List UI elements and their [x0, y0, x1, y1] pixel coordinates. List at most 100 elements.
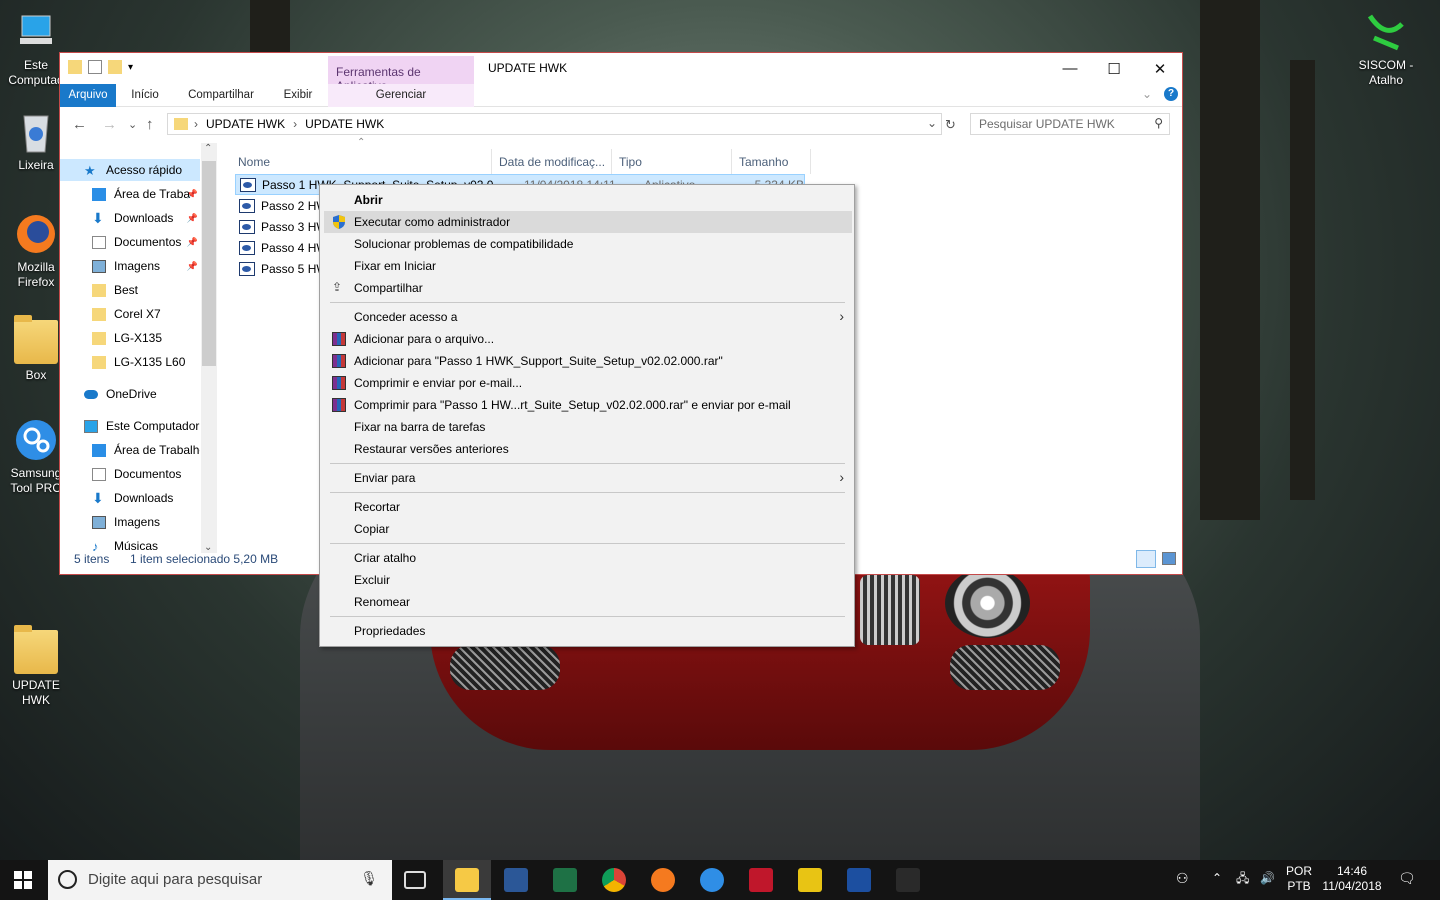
application-icon — [240, 177, 256, 192]
menu-item-pin-start[interactable]: Fixar em Iniciar — [324, 255, 852, 277]
app-red-icon[interactable] — [749, 868, 773, 892]
volume-icon[interactable]: 🔊 — [1260, 871, 1275, 886]
tab-arquivo[interactable]: Arquivo — [60, 84, 116, 107]
clock[interactable]: 14:46 11/04/2018 — [1322, 864, 1382, 894]
action-center-icon[interactable]: 🗨 — [1398, 871, 1416, 886]
column-header-type[interactable]: Tipo — [613, 149, 732, 174]
tab-inicio[interactable]: Início — [118, 84, 172, 107]
chrome-icon[interactable] — [602, 868, 626, 892]
pin-icon: 📌 — [186, 260, 198, 271]
address-dropdown-icon[interactable]: ⌄ — [927, 116, 937, 130]
firefox-icon[interactable] — [651, 868, 675, 892]
menu-item-compress-email[interactable]: Comprimir e enviar por e-mail... — [324, 372, 852, 394]
breadcrumb-item[interactable]: UPDATE HWK — [305, 117, 384, 131]
nav-item[interactable]: Imagens 📌 — [60, 255, 200, 277]
maximize-button[interactable]: ☐ — [1091, 53, 1137, 84]
nav-item[interactable]: Área de Trabalho — [60, 439, 200, 461]
breadcrumb-separator-icon: › — [293, 117, 298, 131]
up-button[interactable]: ↑ — [146, 116, 154, 133]
address-bar[interactable]: › UPDATE HWK › UPDATE HWK ⌄ — [167, 113, 942, 135]
large-icons-view-icon[interactable] — [1162, 552, 1176, 565]
new-folder-icon[interactable] — [108, 60, 122, 74]
nav-item[interactable]: Este Computador — [60, 415, 200, 437]
nav-item[interactable]: ⬇ Downloads 📌 — [60, 207, 200, 229]
nav-pane-scrollbar[interactable]: ⌃ ⌄ — [201, 143, 217, 553]
search-input[interactable]: Pesquisar UPDATE HWK ⚲ — [970, 113, 1170, 135]
refresh-button[interactable]: ↻ — [945, 117, 956, 133]
nav-item[interactable]: Corel X7 — [60, 303, 200, 325]
help-icon[interactable]: ? — [1164, 87, 1178, 101]
column-header-size[interactable]: Tamanho — [733, 149, 811, 174]
menu-item-abrir[interactable]: Abrir — [324, 189, 852, 211]
menu-item-properties[interactable]: Propriedades — [324, 620, 852, 642]
nav-item[interactable]: ★ Acesso rápido — [60, 159, 200, 181]
nav-item[interactable]: Documentos — [60, 463, 200, 485]
app-dark-icon[interactable] — [896, 868, 920, 892]
app-blue-icon[interactable] — [847, 868, 871, 892]
taskbar-file-explorer[interactable] — [443, 860, 491, 900]
task-view-icon[interactable] — [404, 871, 426, 889]
samsung-tool-icon[interactable] — [700, 868, 724, 892]
recent-locations-button[interactable]: ⌄ — [128, 118, 137, 131]
windows-start-icon[interactable] — [14, 871, 32, 889]
tab-gerenciar[interactable]: Gerenciar — [328, 84, 474, 107]
close-button[interactable]: ✕ — [1137, 53, 1183, 84]
excel-icon[interactable] — [553, 868, 577, 892]
properties-icon[interactable] — [88, 60, 102, 74]
taskbar-search-input[interactable]: Digite aqui para pesquisar 🎙 — [48, 860, 392, 900]
uac-shield-icon — [332, 215, 346, 229]
app-yellow-icon[interactable] — [798, 868, 822, 892]
breadcrumb-item[interactable]: UPDATE HWK — [206, 117, 285, 131]
column-header-date[interactable]: Data de modificaç... — [493, 149, 612, 174]
nav-item[interactable]: Imagens — [60, 511, 200, 533]
desktop-icon-update-hwk[interactable]: UPDATE HWK — [0, 625, 72, 708]
menu-item-run-as-admin[interactable]: Executar como administrador — [324, 211, 852, 233]
column-header-name[interactable]: Nome — [232, 149, 492, 174]
language-indicator[interactable]: POR PTB — [1286, 864, 1312, 894]
menu-item-cut[interactable]: Recortar — [324, 496, 852, 518]
menu-item-restore-versions[interactable]: Restaurar versões anteriores — [324, 438, 852, 460]
nav-item[interactable]: Best — [60, 279, 200, 301]
menu-item-create-shortcut[interactable]: Criar atalho — [324, 547, 852, 569]
tab-compartilhar[interactable]: Compartilhar — [178, 84, 264, 107]
microphone-icon[interactable]: 🎙 — [360, 870, 378, 887]
menu-item-grant-access[interactable]: Conceder acesso a › — [324, 306, 852, 328]
scroll-up-icon[interactable]: ⌃ — [204, 143, 212, 154]
chevron-up-icon[interactable]: ⌃ — [1212, 871, 1222, 886]
nav-item[interactable]: Área de Traba 📌 — [60, 183, 200, 205]
forward-button[interactable]: → — [102, 116, 117, 133]
back-button[interactable]: ← — [72, 116, 87, 133]
winrar-icon — [332, 354, 346, 368]
menu-item-add-rar[interactable]: Adicionar para "Passo 1 HWK_Support_Suit… — [324, 350, 852, 372]
menu-item-rename[interactable]: Renomear — [324, 591, 852, 613]
car-vent — [950, 645, 1060, 690]
minimize-button[interactable]: — — [1047, 53, 1093, 84]
nav-item[interactable]: LG-X135 — [60, 327, 200, 349]
scroll-thumb[interactable] — [202, 161, 216, 366]
download-icon: ⬇ — [92, 489, 104, 506]
menu-item-compatibility[interactable]: Solucionar problemas de compatibilidade — [324, 233, 852, 255]
menu-item-send-to[interactable]: Enviar para › — [324, 467, 852, 489]
nav-item[interactable]: OneDrive — [60, 383, 200, 405]
keyboard-layout: PTB — [1287, 879, 1311, 893]
details-view-icon[interactable] — [1136, 550, 1156, 568]
expand-ribbon-icon[interactable]: ⌄ — [1142, 87, 1152, 101]
menu-item-pin-taskbar[interactable]: Fixar na barra de tarefas — [324, 416, 852, 438]
desktop-icon-siscom[interactable]: SISCOM - Atalho — [1350, 10, 1422, 88]
menu-item-share[interactable]: ⇪ Compartilhar — [324, 277, 852, 299]
nav-item[interactable]: Documentos 📌 — [60, 231, 200, 253]
network-icon[interactable]: 🖧 — [1236, 871, 1249, 886]
menu-item-delete[interactable]: Excluir — [324, 569, 852, 591]
menu-item-add-archive[interactable]: Adicionar para o arquivo... — [324, 328, 852, 350]
nav-item-label: Best — [114, 283, 139, 297]
pictures-icon — [92, 259, 106, 273]
nav-item[interactable]: ⬇ Downloads — [60, 487, 200, 509]
menu-item-copy[interactable]: Copiar — [324, 518, 852, 540]
people-icon[interactable]: ⚇ — [1176, 871, 1189, 886]
taskbar-search-placeholder: Digite aqui para pesquisar — [88, 871, 263, 888]
nav-item[interactable]: LG-X135 L60 — [60, 351, 200, 373]
chevron-down-icon[interactable]: ▾ — [128, 62, 133, 73]
word-icon[interactable] — [504, 868, 528, 892]
menu-item-compress-rar-email[interactable]: Comprimir para "Passo 1 HW...rt_Suite_Se… — [324, 394, 852, 416]
tab-exibir[interactable]: Exibir — [272, 84, 324, 107]
